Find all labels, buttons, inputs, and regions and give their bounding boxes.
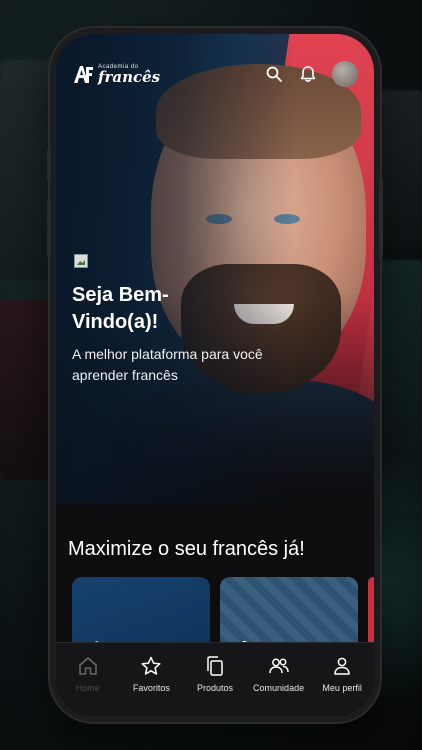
users-icon (268, 658, 289, 674)
nav-item-favoritos[interactable]: Favoritos (120, 655, 182, 693)
bottom-navigation: Home Favoritos Produtos Comunidade Meu p… (56, 642, 374, 716)
home-icon (78, 657, 97, 675)
notifications-button[interactable] (298, 64, 318, 84)
nav-label: Favoritos (132, 683, 170, 693)
bell-icon (300, 66, 316, 82)
nav-item-comunidade[interactable]: Comunidade (248, 655, 310, 693)
copy-icon (207, 656, 223, 676)
nav-label: Comunidade (253, 683, 305, 693)
logo-mark-icon (74, 66, 93, 83)
search-button[interactable] (264, 64, 284, 84)
nav-label: Meu perfil (322, 683, 362, 693)
nav-label: Home (75, 683, 100, 693)
phone-side-button (47, 198, 51, 258)
nav-label: Produtos (196, 683, 233, 693)
nav-item-meu-perfil[interactable]: Meu perfil (311, 655, 373, 693)
app-header: Academia do francês (56, 34, 374, 106)
app-screen: Academia do francês Seja Bem-Vindo(a)! A… (56, 34, 374, 716)
star-icon (141, 656, 161, 675)
phone-side-button (47, 148, 51, 182)
welcome-title: Seja Bem-Vindo(a)! (72, 284, 169, 333)
search-icon (266, 66, 282, 82)
broken-image-icon (74, 254, 88, 268)
user-icon (334, 657, 350, 675)
app-logo[interactable]: Academia do francês (72, 63, 160, 85)
section-title: Maximize o seu francês já! (68, 538, 305, 560)
phone-frame: Academia do francês Seja Bem-Vindo(a)! A… (47, 28, 383, 722)
nav-item-produtos[interactable]: Produtos (184, 655, 246, 693)
welcome-subtitle: A melhor plataforma para você aprender f… (72, 346, 263, 383)
avatar[interactable] (332, 61, 358, 87)
nav-item-home[interactable]: Home (57, 655, 119, 693)
logo-big-text: francês (98, 67, 161, 86)
phone-side-button (379, 178, 383, 258)
background-tile (0, 300, 56, 480)
